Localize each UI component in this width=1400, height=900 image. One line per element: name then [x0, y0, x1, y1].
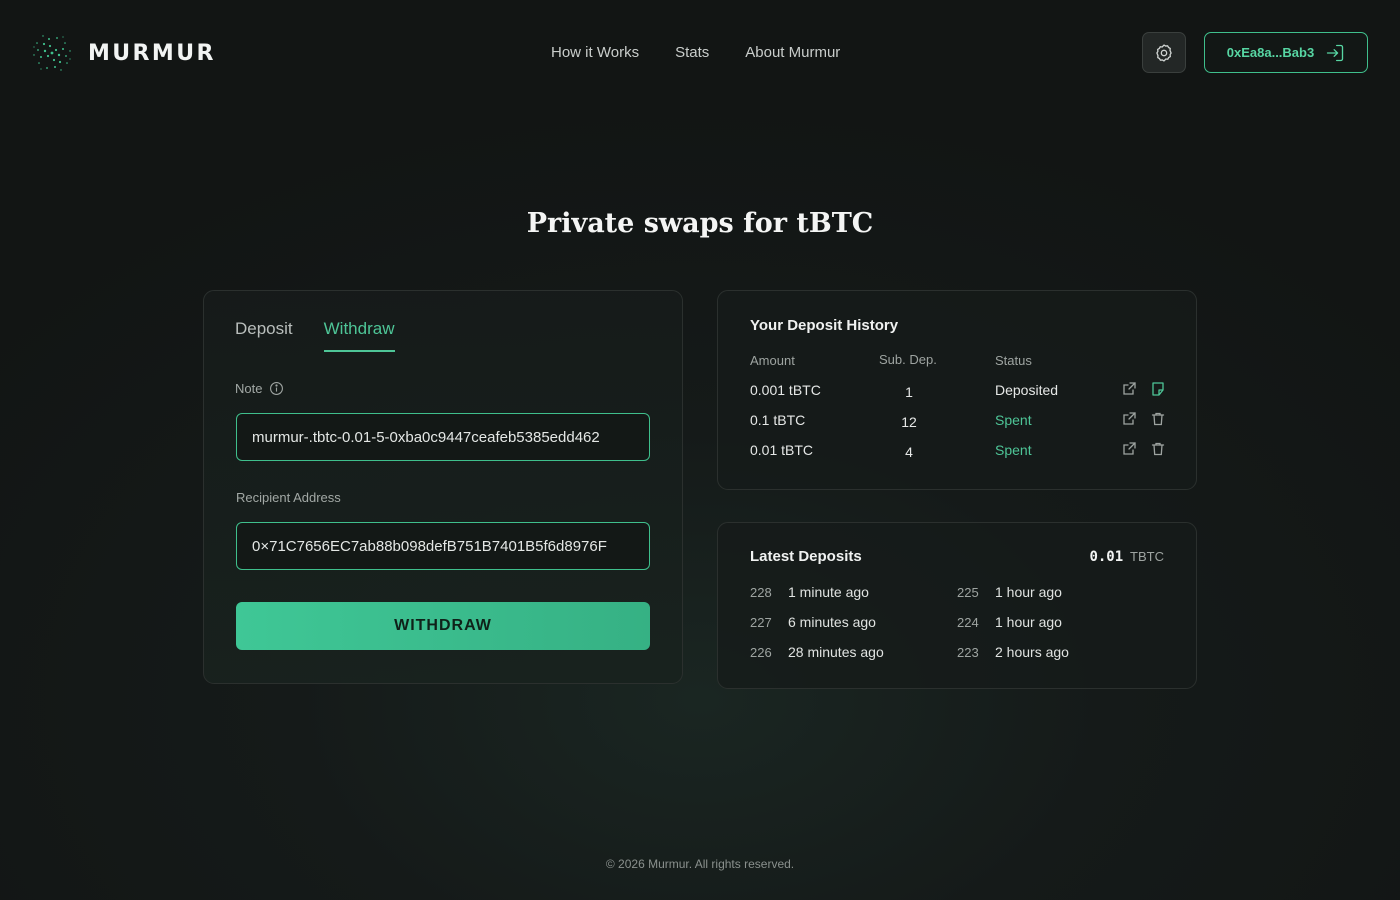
tab-bar: Deposit Withdraw — [235, 319, 395, 352]
delete-button[interactable] — [1149, 410, 1167, 428]
page-title: Private swaps for tBTC — [526, 208, 874, 239]
deposit-index: 227 — [750, 615, 772, 630]
pool-amount-unit: TBTC — [1130, 549, 1164, 564]
history-status: Deposited — [995, 382, 1059, 398]
history-status: Spent — [995, 412, 1032, 428]
deposit-index: 226 — [750, 645, 772, 660]
nav-stats[interactable]: Stats — [675, 44, 709, 61]
explorer-link-button[interactable] — [1120, 380, 1138, 398]
external-link-icon — [1123, 412, 1136, 425]
history-title: Your Deposit History — [750, 317, 899, 334]
deposit-time: 1 minute ago — [788, 584, 869, 600]
note-input[interactable] — [236, 413, 650, 461]
deposit-history-card: Your Deposit History Amount Sub. Dep. St… — [717, 290, 1197, 490]
col-sub-dep: Sub. Dep. — [879, 352, 937, 367]
history-sub: 1 — [905, 384, 913, 400]
delete-button[interactable] — [1149, 440, 1167, 458]
wallet-address: 0xEa8a...Bab3 — [1226, 45, 1315, 60]
deposit-time: 2 hours ago — [995, 644, 1069, 660]
murmur-logo-icon — [33, 35, 71, 71]
note-label-row: Note — [235, 381, 284, 396]
col-amount: Amount — [750, 353, 795, 368]
tab-withdraw[interactable]: Withdraw — [323, 319, 395, 352]
info-icon[interactable] — [269, 381, 284, 396]
footer-copyright: © 2026 Murmur. All rights reserved. — [605, 857, 795, 871]
main-nav: How it Works Stats About Murmur — [551, 44, 840, 61]
latest-deposits-card: Latest Deposits 0.01 TBTC 228 1 minute a… — [717, 522, 1197, 689]
history-sub: 4 — [905, 444, 913, 460]
brand-name: MURMUR — [88, 40, 216, 66]
deposit-time: 28 minutes ago — [788, 644, 884, 660]
deposit-time: 6 minutes ago — [788, 614, 876, 630]
nav-how-it-works[interactable]: How it Works — [551, 44, 639, 61]
header: MURMUR How it Works Stats About Murmur 0… — [0, 0, 1400, 106]
history-status: Spent — [995, 442, 1032, 458]
note-label: Note — [235, 381, 263, 396]
deposit-index: 228 — [750, 585, 772, 600]
deposit-index: 225 — [957, 585, 979, 600]
nav-about[interactable]: About Murmur — [745, 44, 840, 61]
history-amount: 0.1 tBTC — [750, 412, 806, 428]
latest-title: Latest Deposits — [750, 548, 862, 565]
explorer-link-button[interactable] — [1120, 440, 1138, 458]
wallet-button[interactable]: 0xEa8a...Bab3 — [1204, 32, 1368, 73]
deposit-time: 1 hour ago — [995, 614, 1062, 630]
note-icon — [1152, 382, 1164, 396]
deposit-index: 224 — [957, 615, 979, 630]
pool-amount: 0.01 TBTC — [1089, 548, 1164, 565]
tab-deposit[interactable]: Deposit — [235, 319, 293, 352]
external-link-icon — [1123, 442, 1136, 455]
recipient-label: Recipient Address — [236, 490, 341, 505]
pool-amount-value: 0.01 — [1089, 549, 1124, 565]
col-status: Status — [995, 353, 1032, 368]
history-sub: 12 — [901, 414, 917, 430]
deposit-time: 1 hour ago — [995, 584, 1062, 600]
history-amount: 0.001 tBTC — [750, 382, 821, 398]
settings-button[interactable] — [1142, 32, 1186, 73]
gear-icon — [1156, 43, 1172, 62]
recipient-address-input[interactable] — [236, 522, 650, 570]
copy-note-button[interactable] — [1149, 380, 1167, 398]
logout-icon — [1327, 44, 1344, 61]
history-amount: 0.01 tBTC — [750, 442, 814, 458]
swap-card: Deposit Withdraw Note Recipient Address … — [203, 290, 683, 684]
logo[interactable]: MURMUR — [30, 31, 216, 75]
deposit-index: 223 — [957, 645, 979, 660]
explorer-link-button[interactable] — [1120, 410, 1138, 428]
withdraw-button[interactable]: WITHDRAW — [236, 602, 650, 650]
trash-icon — [1151, 442, 1165, 456]
trash-icon — [1151, 412, 1165, 426]
external-link-icon — [1123, 382, 1136, 395]
